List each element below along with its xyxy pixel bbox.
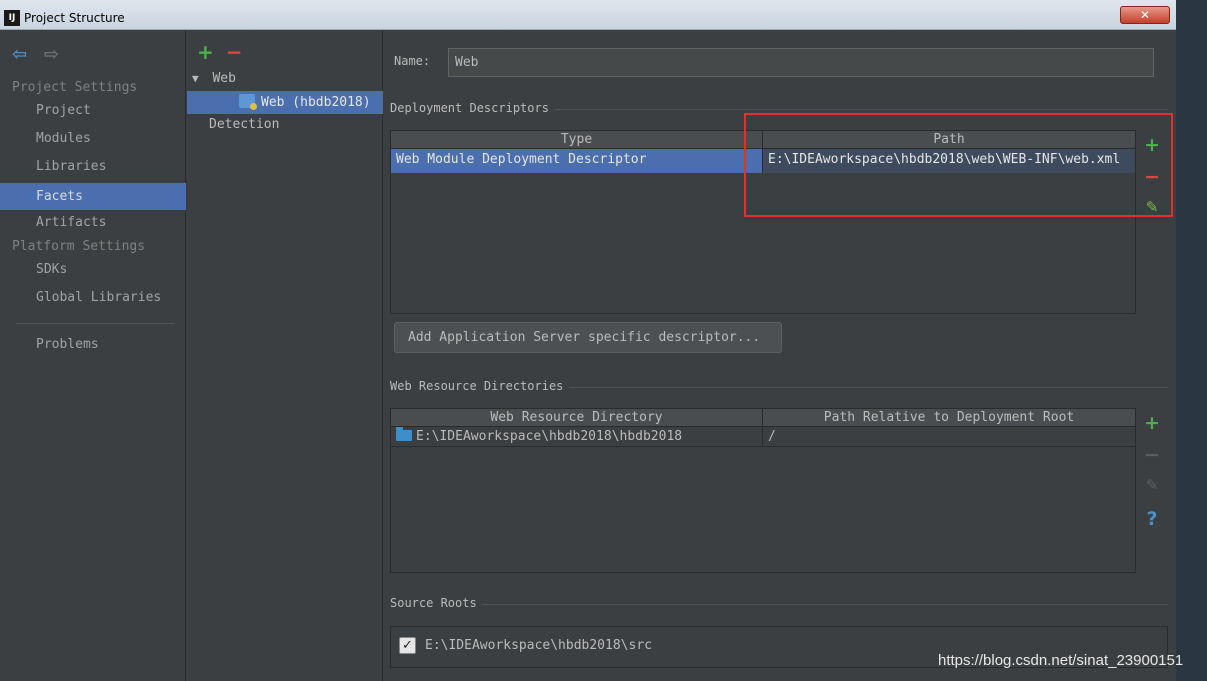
edit-descriptor-icon[interactable]: ✎ — [1136, 198, 1168, 228]
table-row[interactable]: Web Module Deployment Descriptor E:\IDEA… — [391, 149, 1135, 173]
window-close-button[interactable]: ✕ — [1120, 6, 1170, 24]
directory-cell: E:\IDEAworkspace\hbdb2018\hbdb2018 — [391, 427, 763, 447]
facet-tree-pane: + − ▼ Web Web (hbdb2018) Detection — [187, 30, 383, 681]
web-resource-directories-title: Web Resource Directories — [390, 379, 570, 393]
source-root-path: E:\IDEAworkspace\hbdb2018\src — [425, 638, 652, 653]
tree-node-label: Web (hbdb2018) — [261, 95, 371, 110]
relative-path-cell: / — [768, 429, 776, 444]
column-header-relative-path[interactable]: Path Relative to Deployment Root — [763, 409, 1135, 427]
section-separator — [390, 604, 1168, 605]
sidebar-divider — [16, 323, 174, 324]
table-header: Type Path — [391, 131, 1135, 149]
window-title-bar: IJ Project Structure ✕ — [0, 0, 1176, 30]
remove-descriptor-icon[interactable]: − — [1136, 166, 1168, 196]
project-settings-header: Project Settings — [12, 80, 138, 95]
column-header-path[interactable]: Path — [763, 131, 1135, 149]
edit-web-resource-icon[interactable]: ✎ — [1136, 476, 1168, 506]
name-field[interactable]: Web — [448, 48, 1154, 77]
platform-settings-header: Platform Settings — [12, 239, 146, 254]
sidebar-item-artifacts[interactable]: Artifacts — [0, 209, 186, 236]
settings-sidebar: ⇦ ⇨ Project Settings Project Modules Libr… — [0, 30, 186, 681]
sidebar-item-sdks[interactable]: SDKs — [0, 256, 186, 283]
descriptor-path-cell: E:\IDEAworkspace\hbdb2018\web\WEB-INF\we… — [763, 149, 1135, 173]
project-structure-dialog: ⇦ ⇨ Project Settings Project Modules Libr… — [0, 30, 1176, 681]
add-descriptor-icon[interactable]: + — [1136, 134, 1168, 164]
sidebar-item-global-libraries[interactable]: Global Libraries — [0, 284, 186, 311]
tree-toolbar: + − — [197, 40, 243, 64]
source-roots-title: Source Roots — [390, 596, 483, 610]
forward-arrow-icon[interactable]: ⇨ — [44, 44, 64, 65]
remove-web-resource-icon[interactable]: − — [1136, 444, 1168, 474]
facet-details-pane: Name: Web Deployment Descriptors Type Pa… — [384, 30, 1176, 681]
column-header-directory[interactable]: Web Resource Directory — [391, 409, 763, 427]
name-label: Name: — [394, 54, 431, 68]
add-facet-icon[interactable]: + — [197, 40, 214, 64]
remove-facet-icon[interactable]: − — [226, 40, 243, 64]
column-header-type[interactable]: Type — [391, 131, 763, 149]
table-row[interactable]: E:\IDEAworkspace\hbdb2018\hbdb2018 / — [391, 427, 1135, 447]
deployment-descriptors-title: Deployment Descriptors — [390, 101, 555, 115]
sidebar-item-modules[interactable]: Modules — [0, 125, 186, 152]
sidebar-item-problems[interactable]: Problems — [0, 331, 186, 358]
descriptor-actions: + − ✎ — [1135, 130, 1167, 314]
help-icon[interactable]: ? — [1136, 508, 1168, 538]
source-root-checkbox[interactable]: ✓ — [399, 637, 416, 654]
tree-node-detection[interactable]: Detection — [187, 113, 383, 136]
intellij-app-icon: IJ — [4, 10, 20, 26]
watermark: https://blog.csdn.net/sinat_23900151 — [938, 652, 1184, 669]
directory-path: E:\IDEAworkspace\hbdb2018\hbdb2018 — [416, 429, 683, 444]
add-web-resource-icon[interactable]: + — [1136, 412, 1168, 442]
navigation-arrows: ⇦ ⇨ — [12, 44, 64, 65]
folder-icon — [396, 427, 412, 441]
tree-node-web-group[interactable]: ▼ Web — [187, 67, 383, 90]
tree-node-label: Web — [212, 71, 236, 86]
add-server-descriptor-button[interactable]: Add Application Server specific descript… — [394, 322, 782, 353]
web-resource-actions: + − ✎ ? — [1135, 408, 1167, 573]
expand-arrow-icon[interactable]: ▼ — [192, 72, 199, 85]
sidebar-item-facets[interactable]: Facets — [0, 183, 186, 210]
desktop-background — [1176, 0, 1207, 681]
sidebar-item-project[interactable]: Project — [0, 97, 186, 124]
window-title: Project Structure — [24, 11, 125, 25]
table-header: Web Resource Directory Path Relative to … — [391, 409, 1135, 427]
deployment-descriptors-table: Type Path Web Module Deployment Descript… — [390, 130, 1136, 314]
tree-node-web-facet[interactable]: Web (hbdb2018) — [187, 91, 383, 114]
web-facet-icon — [239, 94, 257, 110]
descriptor-type-cell: Web Module Deployment Descriptor — [391, 149, 763, 173]
web-resource-directories-table: Web Resource Directory Path Relative to … — [390, 408, 1136, 573]
back-arrow-icon[interactable]: ⇦ — [12, 44, 32, 65]
sidebar-item-libraries[interactable]: Libraries — [0, 153, 186, 180]
